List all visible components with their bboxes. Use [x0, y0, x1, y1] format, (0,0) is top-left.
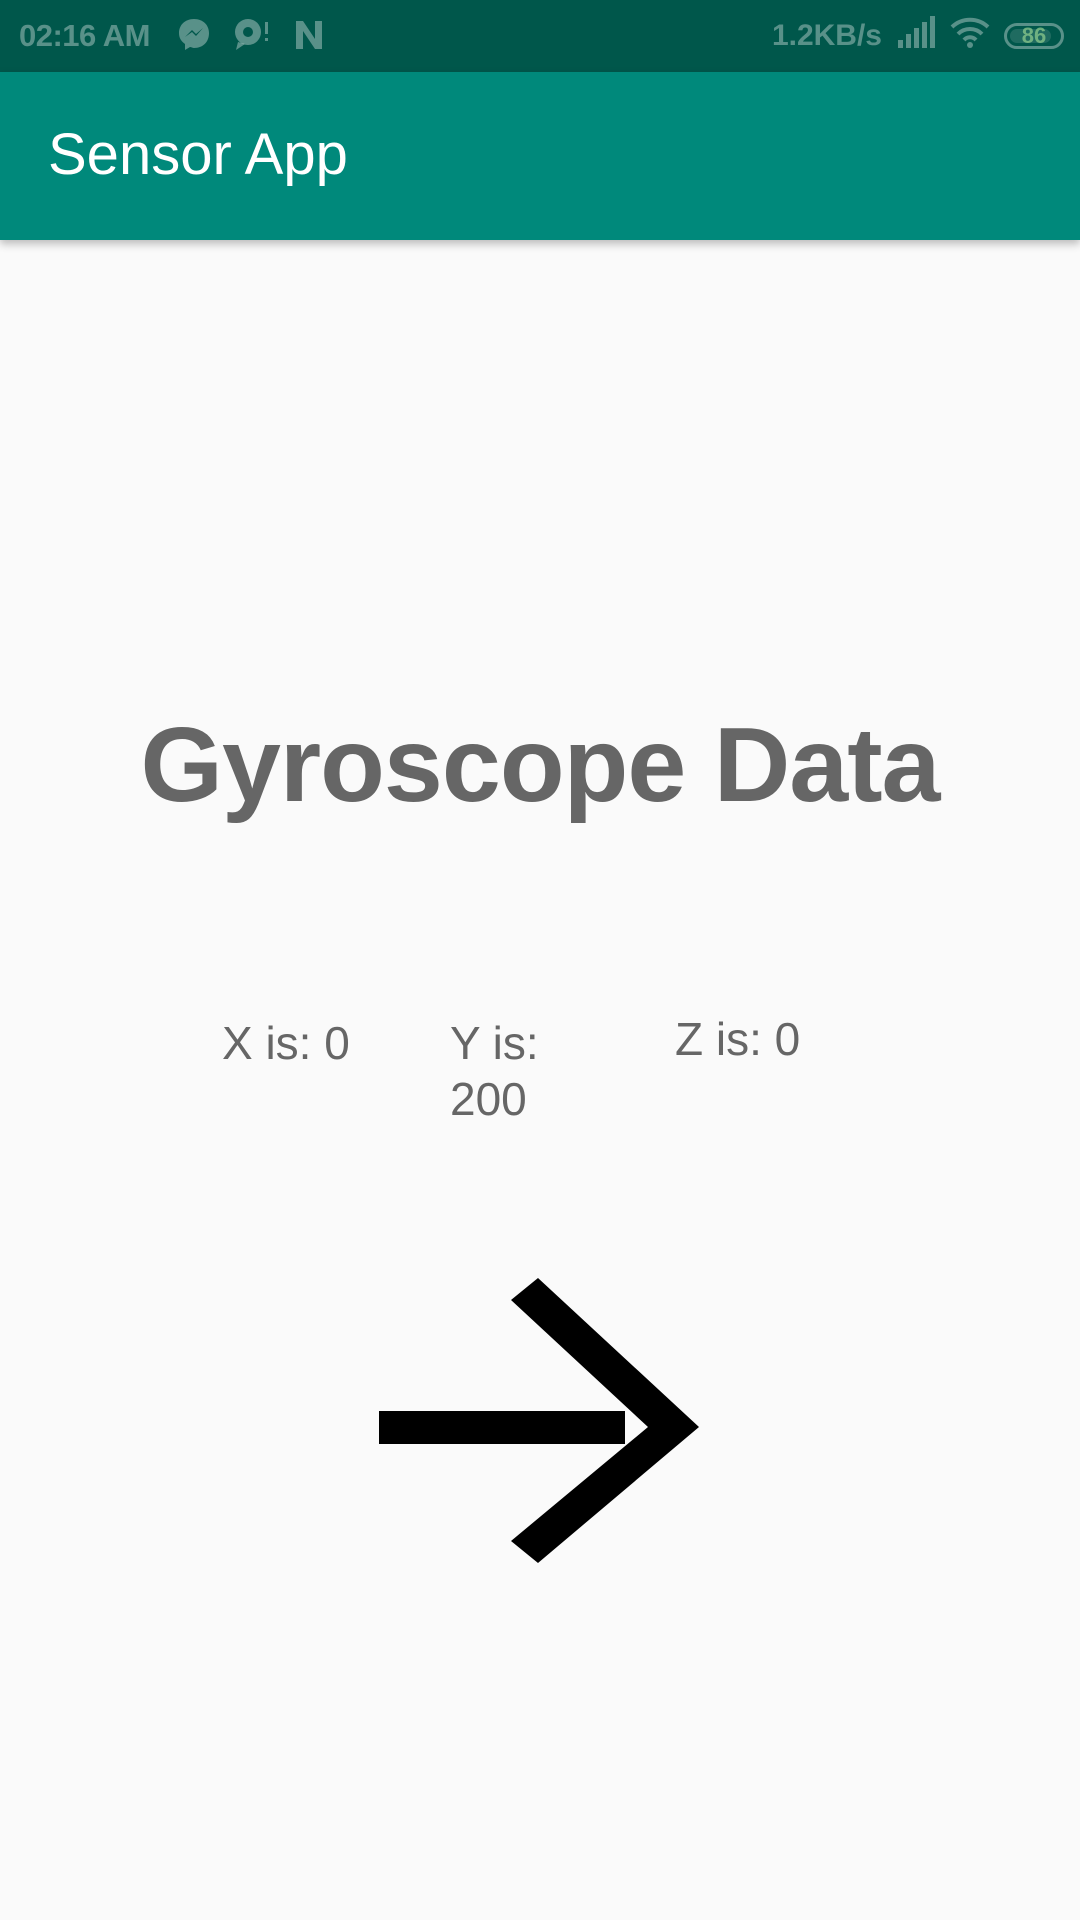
app-title: Sensor App [48, 122, 348, 187]
n-app-icon [292, 17, 326, 51]
battery-level: 86 [1021, 23, 1047, 48]
status-bar: 02:16 AM 1.2KB/s 86 [0, 0, 1080, 72]
status-time: 02:16 AM [19, 18, 150, 53]
wifi-icon [950, 16, 990, 56]
chat-bubble-icon [232, 16, 272, 52]
battery-icon: 86 [1004, 23, 1064, 49]
notification-icons [176, 16, 326, 52]
arrow-right-icon [360, 1270, 720, 1590]
y-reading: Y is: 200 [450, 1017, 539, 1125]
network-speed: 1.2KB/s [771, 19, 882, 52]
page-title: Gyroscope Data [140, 706, 941, 824]
signal-icon [896, 16, 936, 56]
status-right-group: 1.2KB/s 86 [772, 16, 1064, 56]
app-bar: Sensor App [0, 72, 1080, 240]
z-reading: Z is: 0 [675, 1013, 801, 1065]
x-reading: X is: 0 [222, 1017, 350, 1069]
messenger-icon [176, 16, 212, 52]
